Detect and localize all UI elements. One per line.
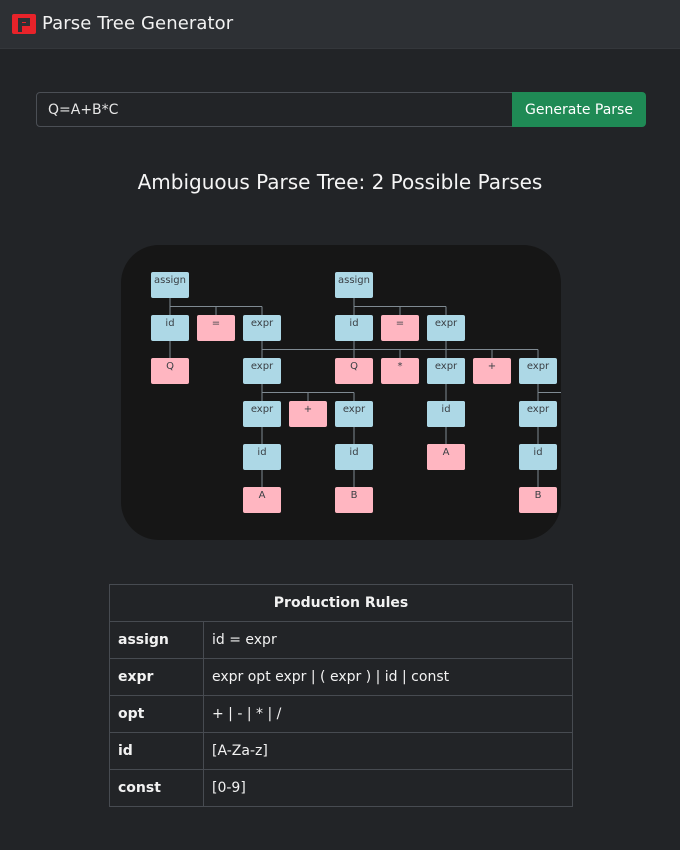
- app-title: Parse Tree Generator: [42, 13, 234, 34]
- tree-node-label: assign: [338, 275, 370, 286]
- expression-input[interactable]: [36, 92, 514, 127]
- tree-node-label: id: [533, 447, 542, 458]
- rule-definition: [0-9]: [203, 769, 573, 807]
- tree-edge: [169, 298, 263, 315]
- tree-node-label: expr: [435, 361, 458, 372]
- tree-node-label: =: [396, 318, 404, 329]
- rule-definition: expr opt expr | ( expr ) | id | const: [203, 658, 573, 696]
- production-rules-table: Production Rules assign id = expr expr e…: [109, 584, 573, 807]
- tree-node-label: +: [304, 404, 312, 415]
- rule-definition: + | - | * | /: [203, 695, 573, 733]
- tree-node-label: expr: [251, 318, 274, 329]
- table-row: opt + | - | * | /: [109, 695, 573, 733]
- tree-edge: [353, 298, 447, 315]
- tree-node-label: expr: [527, 361, 550, 372]
- tree-node-label: Q: [166, 361, 174, 372]
- tree-node-label: id: [349, 447, 358, 458]
- table-row: id [A-Za-z]: [109, 732, 573, 770]
- tree-node-label: expr: [527, 404, 550, 415]
- rule-definition: id = expr: [203, 621, 573, 659]
- tree-node-label: A: [443, 447, 450, 458]
- rule-definition: [A-Za-z]: [203, 732, 573, 770]
- tree-node-label: id: [165, 318, 174, 329]
- tree-node-label: A: [259, 490, 266, 501]
- table-row: assign id = expr: [109, 621, 573, 659]
- table-row: expr expr opt expr | ( expr ) | id | con…: [109, 658, 573, 696]
- rule-name: assign: [109, 621, 204, 659]
- rule-name: opt: [109, 695, 204, 733]
- tree-node-label: expr: [251, 404, 274, 415]
- tree-node-label: =: [212, 318, 220, 329]
- tree-node-label: +: [488, 361, 496, 372]
- rule-name: const: [109, 769, 204, 807]
- tree-node-label: B: [351, 490, 358, 501]
- tree-node-label: expr: [435, 318, 458, 329]
- generate-parse-button[interactable]: Generate Parse: [512, 92, 646, 127]
- page-title: Ambiguous Parse Tree: 2 Possible Parses: [137, 170, 543, 194]
- parse-tree-panel: assign id Q = expr expr expr id A + expr id B * expr id…: [121, 245, 561, 540]
- tree-node-label: assign: [154, 275, 186, 286]
- tree-node-label: id: [349, 318, 358, 329]
- tree-node-label: expr: [251, 361, 274, 372]
- tree-node-label: id: [441, 404, 450, 415]
- tree-node-label: expr: [343, 404, 366, 415]
- top-bar: Parse Tree Generator: [0, 0, 680, 49]
- tree-node-label: B: [535, 490, 542, 501]
- table-header: Production Rules: [109, 584, 573, 622]
- tree-node-label: id: [257, 447, 266, 458]
- tree-edge: [261, 384, 355, 401]
- rule-name: id: [109, 732, 204, 770]
- tree-edge: [537, 384, 561, 401]
- table-row: const [0-9]: [109, 769, 573, 807]
- parse-tree-canvas: assign id Q = expr expr expr id A + expr id B * expr id…: [151, 272, 561, 513]
- app-logo-icon: [12, 14, 36, 34]
- tree-node-label: Q: [350, 361, 358, 372]
- rule-name: expr: [109, 658, 204, 696]
- table-header-row: Production Rules: [109, 584, 573, 622]
- expression-form: Generate Parse: [36, 92, 646, 127]
- tree-edge: [445, 341, 539, 358]
- tree-node-label: *: [398, 361, 403, 372]
